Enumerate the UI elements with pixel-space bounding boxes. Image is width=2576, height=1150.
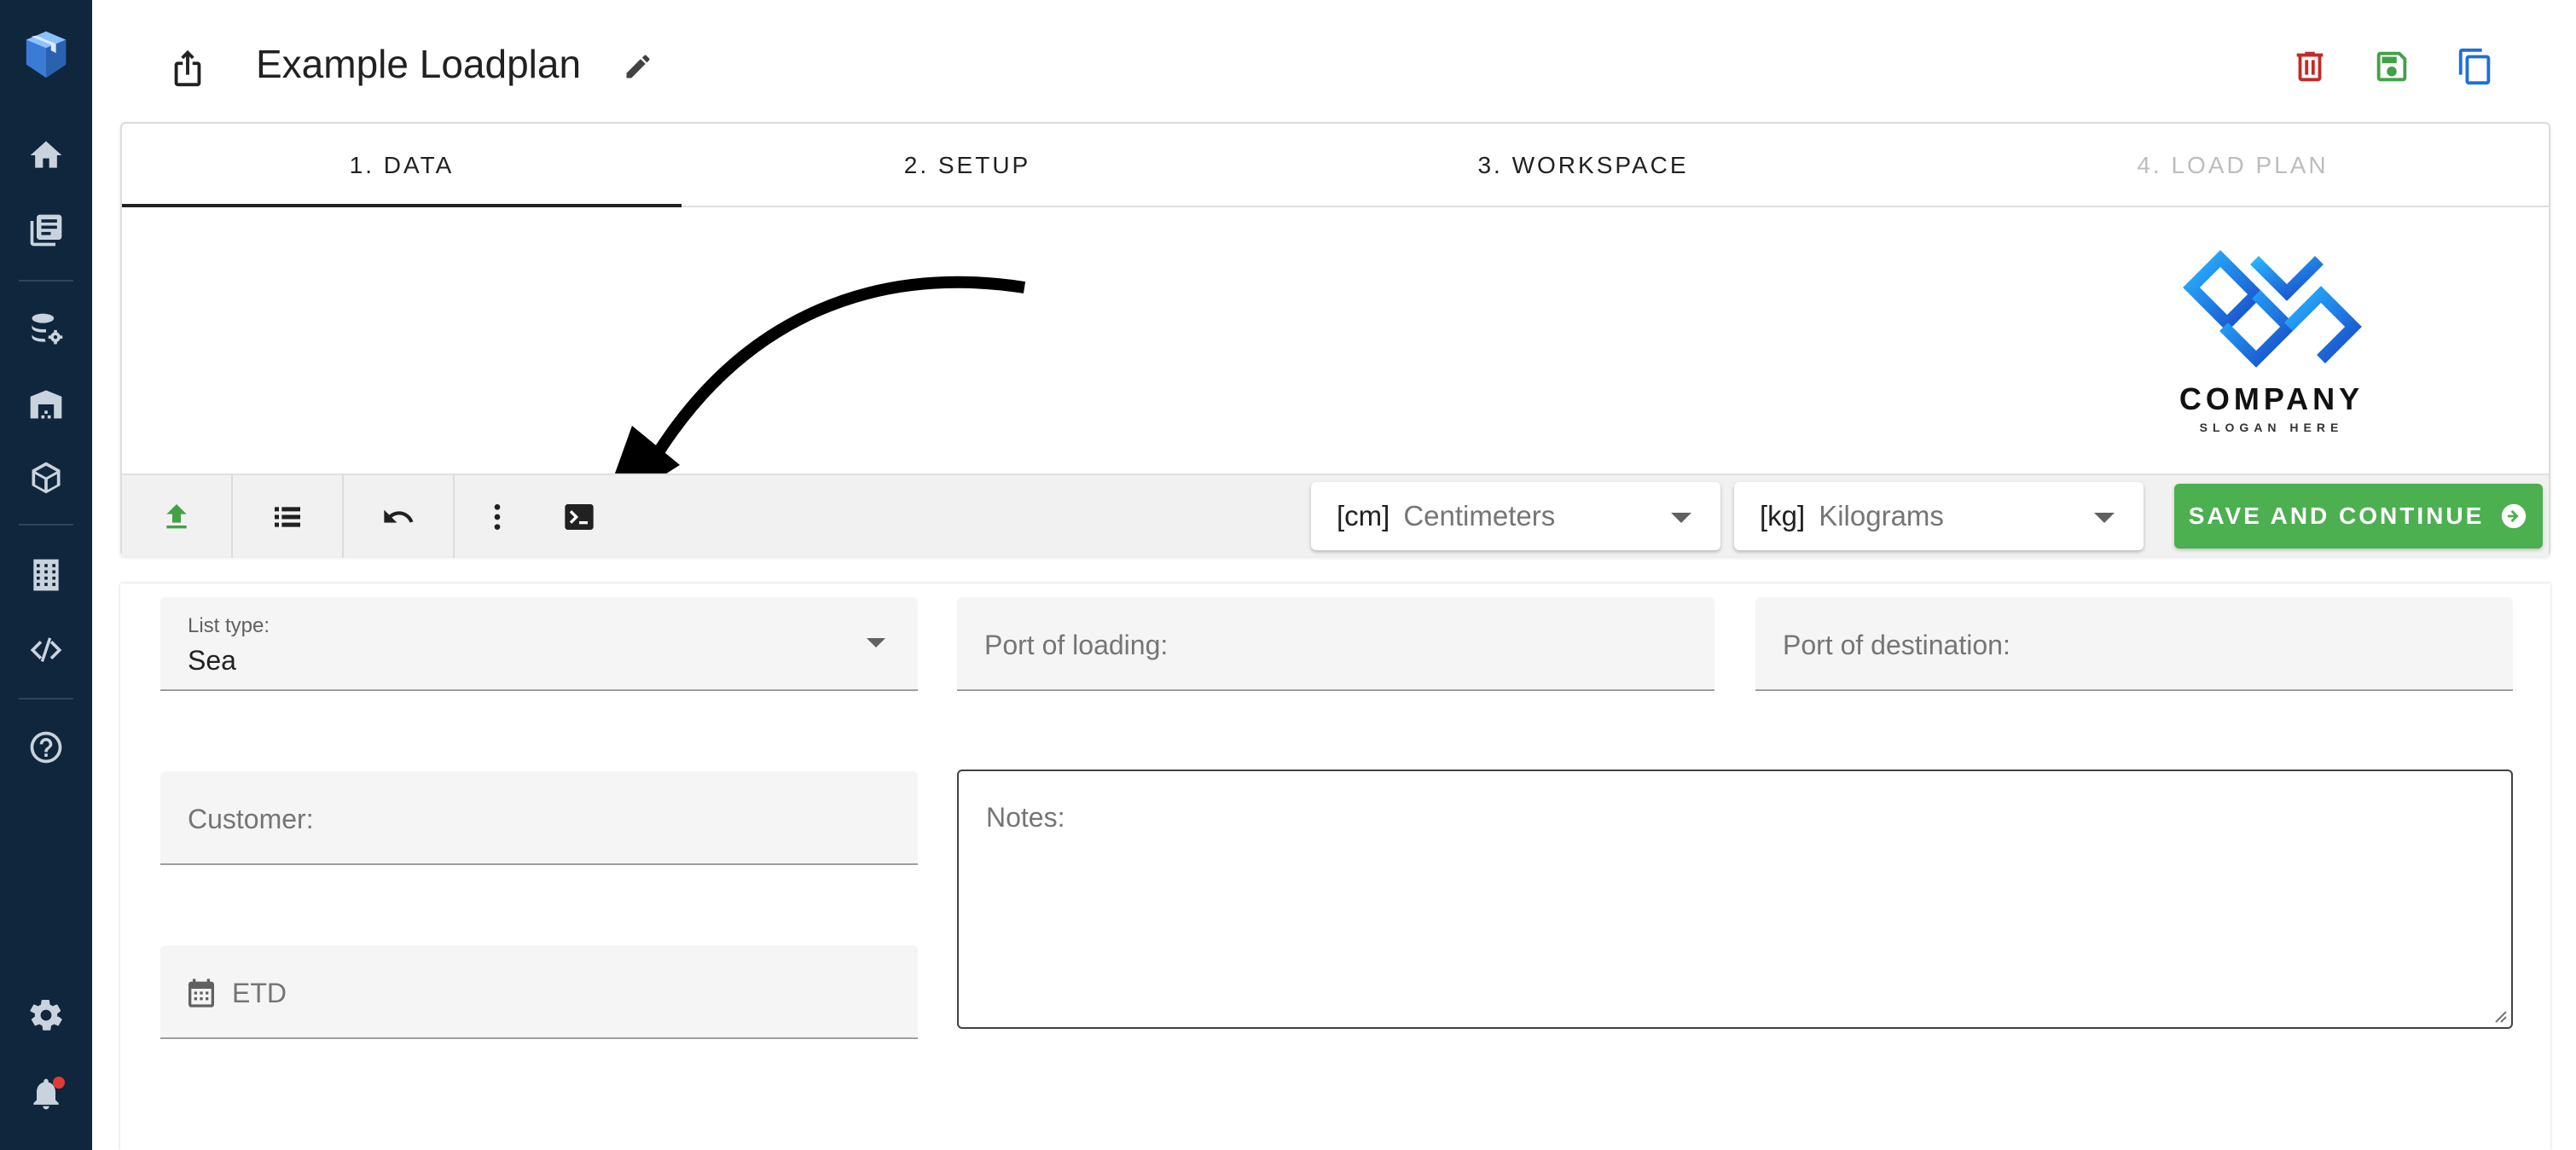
share-icon: [174, 49, 201, 87]
undo-button[interactable]: [344, 475, 455, 558]
more-vertical-icon: [494, 503, 501, 530]
list-icon: [275, 506, 300, 527]
company-logo-icon: [2183, 250, 2362, 368]
tab-workspace[interactable]: 3. WORKSPACE: [1253, 124, 1913, 207]
database-settings-icon[interactable]: [0, 304, 92, 355]
company-logo-slogan: SLOGAN HERE: [2199, 421, 2344, 434]
arrow-circle-right-icon: [2502, 503, 2527, 529]
edit-pencil-icon: [626, 55, 650, 78]
save-button[interactable]: [2368, 43, 2416, 90]
port-of-destination-placeholder: Port of destination:: [1783, 630, 2010, 660]
help-icon[interactable]: [0, 722, 92, 773]
package-icon[interactable]: [0, 452, 92, 503]
tab-load-plan: 4. LOAD PLAN: [2137, 152, 2329, 178]
upload-button[interactable]: [122, 475, 233, 558]
data-toolbar: [cm] Centimeters [kg] Kilograms SAVE AND…: [122, 473, 2549, 558]
company-logo-word: COMPANY: [2179, 381, 2364, 416]
list-type-select[interactable]: List type: Sea: [160, 597, 918, 691]
list-type-label: List type:: [188, 614, 270, 637]
list-button[interactable]: [233, 475, 344, 558]
save-icon: [2376, 51, 2407, 82]
save-and-continue-label: SAVE AND CONTINUE: [2188, 502, 2485, 529]
length-unit-select[interactable]: [cm] Centimeters: [1311, 482, 1720, 550]
sidebar-divider: [19, 698, 73, 700]
undo-icon: [384, 509, 414, 523]
more-options-button[interactable]: [456, 475, 538, 558]
page-title: Example Loadplan: [256, 42, 582, 86]
building-icon[interactable]: [0, 549, 92, 601]
notes-textarea[interactable]: Notes:: [957, 770, 2513, 1029]
customer-placeholder: Customer:: [188, 804, 314, 834]
port-of-loading-placeholder: Port of loading:: [984, 630, 1169, 660]
settings-icon[interactable]: [0, 990, 92, 1041]
copy-icon: [2458, 48, 2491, 85]
chevron-down-icon: [2094, 513, 2115, 523]
customer-input[interactable]: Customer:: [160, 771, 918, 865]
port-of-destination-input[interactable]: Port of destination:: [1755, 597, 2513, 691]
chevron-down-icon: [867, 638, 885, 648]
resize-handle-icon[interactable]: [2491, 1007, 2508, 1024]
weight-unit-select[interactable]: [kg] Kilograms: [1734, 482, 2144, 550]
share-button[interactable]: [164, 44, 212, 92]
length-unit-name: Centimeters: [1403, 500, 1556, 531]
delete-icon: [2296, 51, 2324, 82]
notes-placeholder: Notes:: [986, 802, 1065, 833]
warehouse-icon[interactable]: [0, 379, 92, 430]
calendar-icon: [189, 979, 214, 1008]
tab-data[interactable]: 1. DATA: [122, 124, 682, 207]
annotation-arrow-icon: [600, 276, 1026, 516]
documents-icon[interactable]: [0, 205, 92, 256]
copy-button[interactable]: [2451, 43, 2499, 90]
tab-setup[interactable]: 2. SETUP: [682, 124, 1253, 207]
etd-placeholder: ETD: [232, 978, 287, 1008]
sidebar-divider: [19, 280, 73, 282]
weight-unit-name: Kilograms: [1819, 500, 1944, 531]
list-type-value: Sea: [188, 645, 236, 676]
delete-button[interactable]: [2286, 43, 2334, 90]
length-unit-abbr: [cm]: [1337, 500, 1390, 531]
upload-icon: [166, 503, 187, 528]
loadplan-details-form: List type: Sea Port of loading: Port of …: [120, 584, 2550, 1150]
stepper-tabs: 1. DATA 2. SETUP 3. WORKSPACE 4. LOAD PL…: [122, 124, 2549, 207]
header: Example Loadplan: [92, 0, 2576, 128]
bell-icon[interactable]: [0, 1068, 92, 1119]
sidebar-divider: [19, 524, 73, 526]
edit-title-button[interactable]: [619, 48, 657, 85]
console-button[interactable]: [538, 475, 620, 558]
app-logo-icon[interactable]: [0, 24, 92, 85]
loadplan-card: 1. DATA 2. SETUP 3. WORKSPACE 4. LOAD PL…: [120, 122, 2550, 558]
code-icon[interactable]: [0, 624, 92, 676]
weight-unit-abbr: [kg]: [1760, 500, 1806, 531]
active-tab-indicator: [122, 204, 682, 207]
save-and-continue-button[interactable]: SAVE AND CONTINUE: [2174, 484, 2543, 549]
console-icon: [565, 503, 594, 530]
etd-date-input[interactable]: ETD: [160, 945, 918, 1039]
chevron-down-icon: [1671, 513, 1691, 523]
home-icon[interactable]: [0, 130, 92, 181]
port-of-loading-input[interactable]: Port of loading:: [957, 597, 1714, 691]
notification-badge: [53, 1077, 65, 1089]
company-logo: COMPANY SLOGAN HERE: [2161, 243, 2382, 448]
sidebar: [0, 0, 92, 1150]
